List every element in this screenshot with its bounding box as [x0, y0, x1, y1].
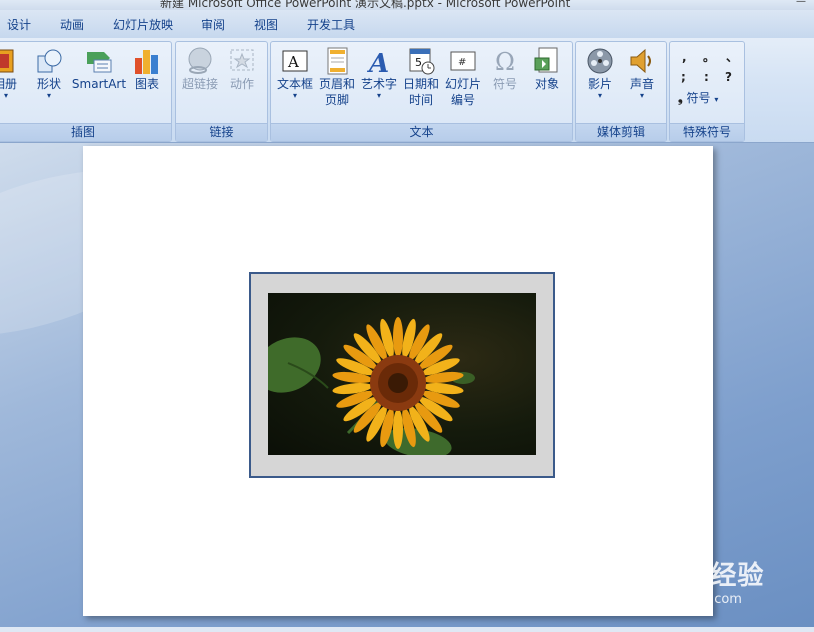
object-label: 对象: [534, 77, 559, 91]
textbox-icon: A: [280, 46, 310, 76]
omega-icon: Ω: [490, 46, 520, 76]
movie-button[interactable]: 影片 ▾: [580, 46, 620, 100]
symbol-enum-comma[interactable]: 、: [726, 48, 738, 65]
slide-number-icon: #: [448, 46, 478, 76]
album-dropdown-icon: ▾: [3, 91, 8, 100]
ribbon: 相册 ▾ 形状 ▾ SmartArt 图表 插图: [0, 38, 814, 143]
hyperlink-button[interactable]: 超链接: [180, 46, 220, 92]
group-media-label: 媒体剪辑: [576, 123, 666, 141]
object-icon: [532, 46, 562, 76]
hyperlink-icon: [185, 46, 215, 76]
tab-developer[interactable]: 开发工具: [307, 16, 355, 36]
wordart-button[interactable]: A 艺术字 ▾: [359, 46, 399, 100]
chart-button[interactable]: 图表: [129, 46, 165, 92]
textbox-dropdown-icon: ▾: [292, 91, 297, 100]
group-links: 超链接 动作 链接: [175, 41, 268, 142]
shapes-button[interactable]: 形状 ▾: [29, 46, 69, 100]
header-footer-button[interactable]: 页眉和 页脚: [317, 46, 357, 108]
chart-label: 图表: [134, 77, 159, 91]
slide-number-button[interactable]: # 幻灯片 编号: [443, 46, 483, 108]
symbol-button[interactable]: Ω 符号: [485, 46, 525, 92]
movie-dropdown-icon: ▾: [597, 91, 602, 100]
film-reel-icon: [585, 46, 615, 76]
header-footer-icon: [322, 46, 352, 76]
group-media: 影片 ▾ 声音 ▾ 媒体剪辑: [575, 41, 667, 142]
shapes-icon: [34, 46, 64, 76]
svg-text:#: #: [458, 57, 466, 68]
chart-icon: [132, 46, 162, 76]
action-label: 动作: [229, 77, 254, 91]
slide-number-label-2: 编号: [450, 93, 475, 107]
smartart-label: SmartArt: [71, 77, 127, 91]
symbol-question[interactable]: ?: [725, 70, 732, 84]
group-text-label: 文本: [271, 123, 572, 141]
ribbon-tabs: 设计 动画 幻灯片放映 审阅 视图 开发工具: [0, 10, 814, 38]
tab-design[interactable]: 设计: [7, 16, 31, 36]
smartart-button[interactable]: SmartArt: [71, 46, 127, 92]
special-symbol-button[interactable]: ❟ 符号 ▾: [678, 90, 738, 106]
action-icon: [227, 46, 257, 76]
wordart-dropdown-icon: ▾: [376, 91, 381, 100]
group-text: A 文本框 ▾ 页眉和 页脚 A 艺术字 ▾ 5 日期和 时间 # 幻灯片 编号…: [270, 41, 573, 142]
slide-canvas[interactable]: [83, 146, 713, 616]
tab-animations[interactable]: 动画: [60, 16, 84, 36]
svg-text:A: A: [287, 53, 299, 71]
shapes-label: 形状: [36, 77, 61, 91]
title-bar: 新建 Microsoft Office PowerPoint 演示文稿.pptx…: [0, 0, 814, 10]
watermark-url: jingyan.baidu.com: [622, 592, 742, 607]
header-footer-label-2: 页脚: [324, 93, 349, 107]
group-links-label: 链接: [176, 123, 267, 141]
sound-label: 声音: [629, 77, 654, 91]
slide-number-label-1: 幻灯片: [444, 77, 481, 91]
symbol-colon[interactable]: :: [704, 70, 709, 84]
watermark: Baidu经验 jingyan.baidu.com: [622, 555, 764, 607]
symbol-comma[interactable]: ,: [682, 50, 687, 64]
wordart-label: 艺术字: [360, 77, 397, 91]
symbol-semicolon[interactable]: ;: [681, 70, 686, 84]
sunflower-photo[interactable]: [268, 293, 536, 455]
symbol-period[interactable]: 。: [703, 48, 715, 65]
textbox-label: 文本框: [276, 77, 313, 91]
comma-icon: ❟: [678, 91, 683, 105]
speaker-icon: [627, 46, 657, 76]
tab-slideshow[interactable]: 幻灯片放映: [113, 16, 173, 36]
svg-text:A: A: [366, 49, 389, 76]
smartart-icon: [84, 46, 114, 76]
symbol-label: 符号: [492, 77, 517, 91]
hyperlink-label: 超链接: [181, 77, 218, 91]
special-symbol-label: 符号: [686, 91, 711, 105]
group-illustrations: 相册 ▾ 形状 ▾ SmartArt 图表 插图: [0, 41, 172, 142]
tab-view[interactable]: 视图: [254, 16, 278, 36]
album-label: 相册: [0, 77, 17, 91]
status-bar-edge: [0, 627, 814, 632]
movie-label: 影片: [587, 77, 612, 91]
datetime-label-2: 时间: [408, 93, 433, 107]
group-illustrations-label: 插图: [0, 123, 171, 141]
group-special-symbols: , 。 、 ; : ? ❟ 符号 ▾ 特殊符号: [669, 41, 745, 142]
svg-text:Ω: Ω: [495, 48, 515, 76]
album-button[interactable]: 相册 ▾: [0, 46, 17, 100]
group-special-symbols-label: 特殊符号: [670, 123, 744, 141]
sound-dropdown-icon: ▾: [639, 91, 644, 100]
svg-text:5: 5: [415, 56, 422, 69]
window-title: 新建 Microsoft Office PowerPoint 演示文稿.pptx…: [160, 0, 571, 10]
datetime-icon: 5: [406, 46, 436, 76]
datetime-button[interactable]: 5 日期和 时间: [401, 46, 441, 108]
watermark-logo: Baidu经验: [622, 561, 765, 591]
album-icon: [0, 46, 17, 76]
action-button[interactable]: 动作: [224, 46, 260, 92]
textbox-button[interactable]: A 文本框 ▾: [275, 46, 315, 100]
picture-frame[interactable]: [249, 272, 555, 478]
sound-button[interactable]: 声音 ▾: [622, 46, 662, 100]
shapes-dropdown-icon: ▾: [46, 91, 51, 100]
special-symbol-dropdown-icon: ▾: [714, 95, 719, 104]
header-footer-label-1: 页眉和: [318, 77, 355, 91]
datetime-label-1: 日期和: [402, 77, 439, 91]
tab-review[interactable]: 审阅: [201, 16, 225, 36]
wordart-icon: A: [364, 46, 394, 79]
object-button[interactable]: 对象: [527, 46, 567, 92]
minimize-icon[interactable]: —: [796, 0, 806, 7]
